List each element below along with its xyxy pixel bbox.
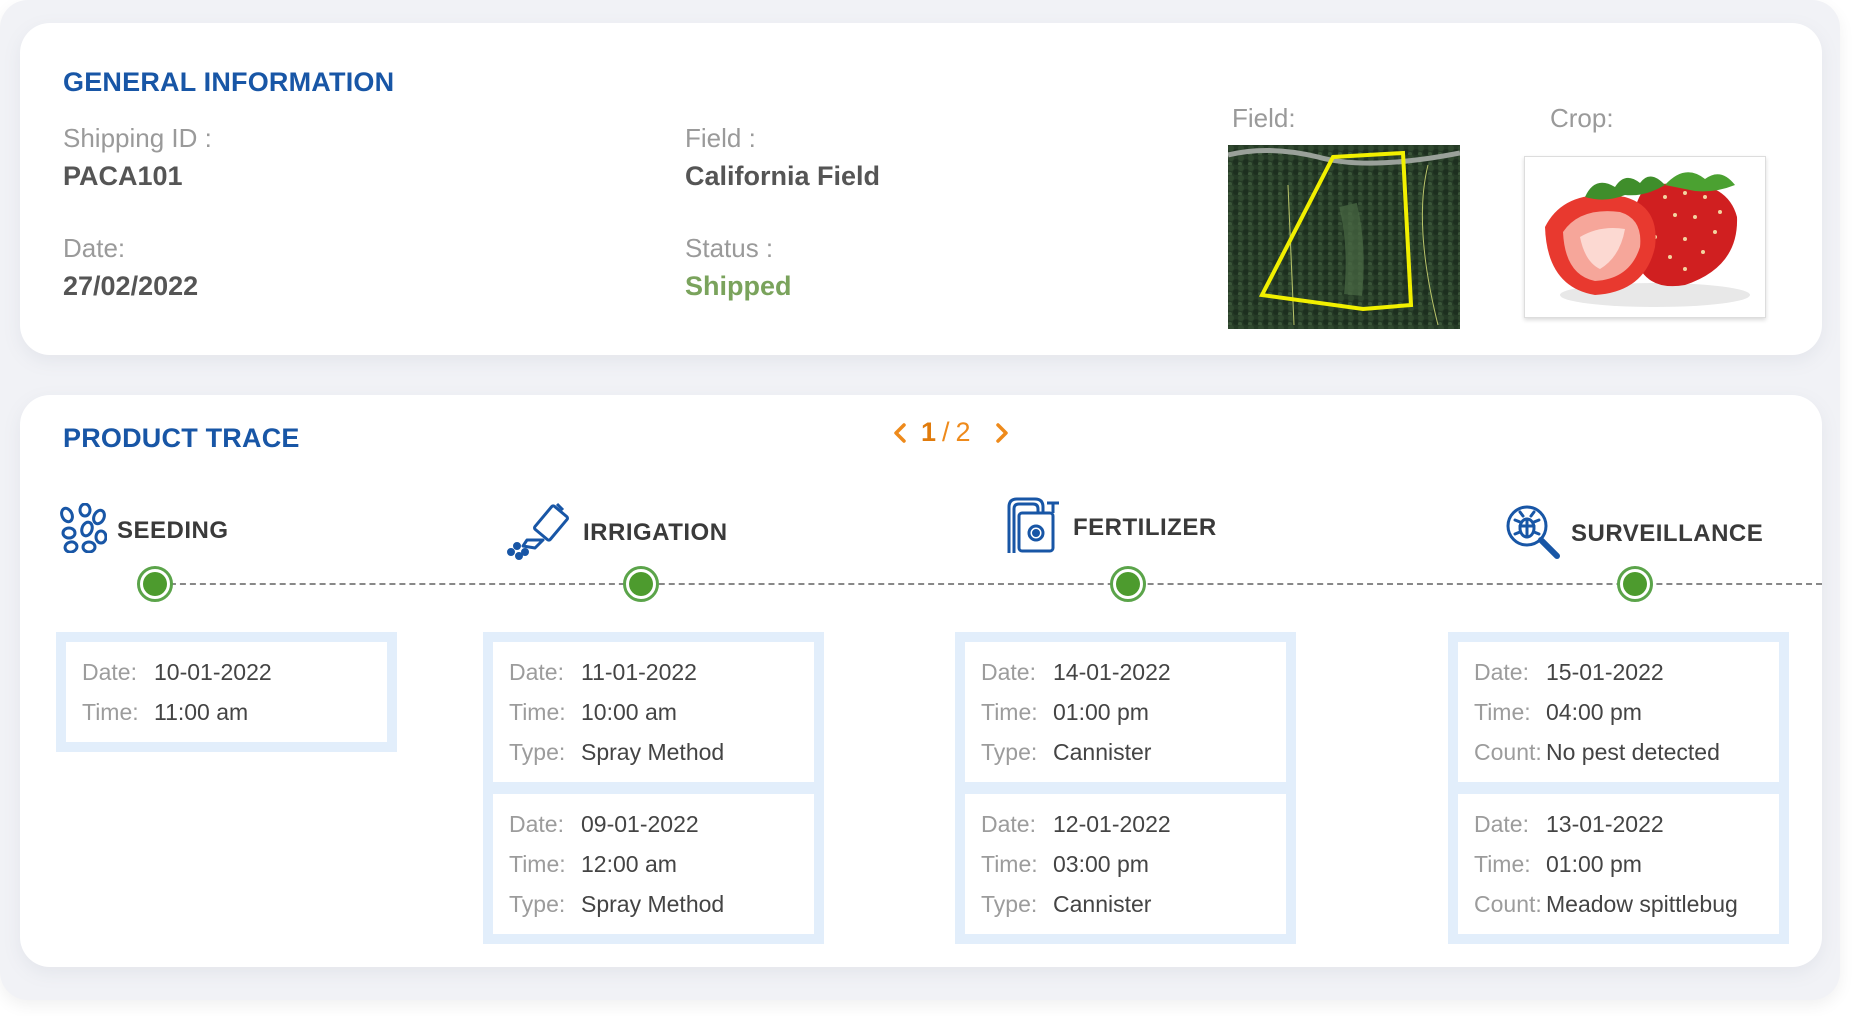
trace-pager: 1 / 2 [885,417,1017,448]
detail-row: Time: 03:00 pm [981,850,1149,877]
detail-row: Time: 04:00 pm [1474,698,1642,725]
field-value: California Field [685,161,881,191]
chevron-left-icon [894,422,906,443]
timeline-dot-surveillance[interactable] [1617,566,1653,602]
detail-row: Date: 11-01-2022 [509,658,697,685]
detail-card: Date: 11-01-2022 Time: 10:00 am Type: Spray… [493,642,814,782]
pager-next-button[interactable] [987,418,1017,448]
irrigation-details: Date: 11-01-2022 Time: 10:00 am Type: Spray… [483,632,824,944]
detail-row: Time: 10:00 am [509,698,677,725]
crop-image-label: Crop: [1550,103,1614,133]
detail-card: Date: 14-01-2022 Time: 01:00 pm Type: Canni… [965,642,1286,782]
pager-separator: / [942,417,950,447]
status-value: Shipped [685,271,792,301]
field-image-label: Field: [1232,103,1296,133]
stage-irrigation: IRRIGATION [505,500,728,565]
bug-magnifier-icon [1503,502,1561,565]
timeline-dot-fertilizer[interactable] [1110,566,1146,602]
timeline-dot-seeding[interactable] [137,566,173,602]
surveillance-details: Date: 15-01-2022 Time: 04:00 pm Count: No p… [1448,632,1789,944]
detail-row: Date: 10-01-2022 [82,658,272,685]
shipping-id-value: PACA101 [63,161,183,191]
detail-row: Time: 12:00 am [509,850,677,877]
stage-seeding: SEEDING [57,502,229,558]
pager-total: 2 [955,417,971,447]
field-label: Field : [685,123,756,153]
stage-fertilizer-label: FERTILIZER [1073,513,1217,541]
product-trace-title: PRODUCT TRACE [63,423,300,453]
pager-prev-button[interactable] [885,418,915,448]
detail-row: Time: 11:00 am [82,698,249,725]
detail-row: Type: Cannister [981,890,1152,917]
timeline-line [150,583,1822,585]
detail-row: Date: 13-01-2022 [1474,810,1664,837]
detail-row: Type: Spray Method [509,890,725,917]
seeds-icon [57,502,108,558]
shipping-id-label: Shipping ID : [63,123,212,153]
seeding-details: Date: 10-01-2022 Time: 11:00 am [56,632,397,752]
detail-row: Count: Meadow spittlebug [1474,890,1738,917]
field-satellite-image[interactable] [1228,145,1460,329]
detail-card: Date: 13-01-2022 Time: 01:00 pm Count: Mead… [1458,794,1779,934]
stage-surveillance-label: SURVEILLANCE [1571,519,1764,547]
detail-row: Type: Cannister [981,738,1152,765]
fertilizer-tank-icon [1005,495,1063,560]
detail-row: Date: 09-01-2022 [509,810,699,837]
stage-seeding-label: SEEDING [117,516,229,544]
detail-card: Date: 12-01-2022 Time: 03:00 pm Type: Canni… [965,794,1286,934]
watering-can-icon [505,500,573,565]
stage-fertilizer: FERTILIZER [1005,495,1217,560]
date-value: 27/02/2022 [63,271,199,301]
crop-strawberry-image[interactable] [1524,156,1766,318]
general-information-card: GENERAL INFORMATION Shipping ID : PACA10… [20,23,1822,355]
detail-row: Date: 14-01-2022 [981,658,1171,685]
general-information-title: GENERAL INFORMATION [63,67,395,97]
detail-row: Type: Spray Method [509,738,725,765]
detail-row: Time: 01:00 pm [981,698,1149,725]
detail-row: Date: 12-01-2022 [981,810,1171,837]
detail-card: Date: 10-01-2022 Time: 11:00 am [66,642,387,742]
timeline-dot-irrigation[interactable] [623,566,659,602]
detail-row: Time: 01:00 pm [1474,850,1642,877]
stage-irrigation-label: IRRIGATION [583,518,728,546]
chevron-right-icon [995,422,1008,443]
detail-row: Count: No pest detected [1474,738,1720,765]
stage-surveillance: SURVEILLANCE [1503,502,1763,565]
date-label: Date: [63,233,126,263]
fertilizer-details: Date: 14-01-2022 Time: 01:00 pm Type: Canni… [955,632,1296,944]
detail-row: Date: 15-01-2022 [1474,658,1664,685]
pager-current: 1 [921,417,937,447]
detail-card: Date: 09-01-2022 Time: 12:00 am Type: Spray… [493,794,814,934]
detail-card: Date: 15-01-2022 Time: 04:00 pm Count: No p… [1458,642,1779,782]
status-label: Status : [685,233,774,263]
